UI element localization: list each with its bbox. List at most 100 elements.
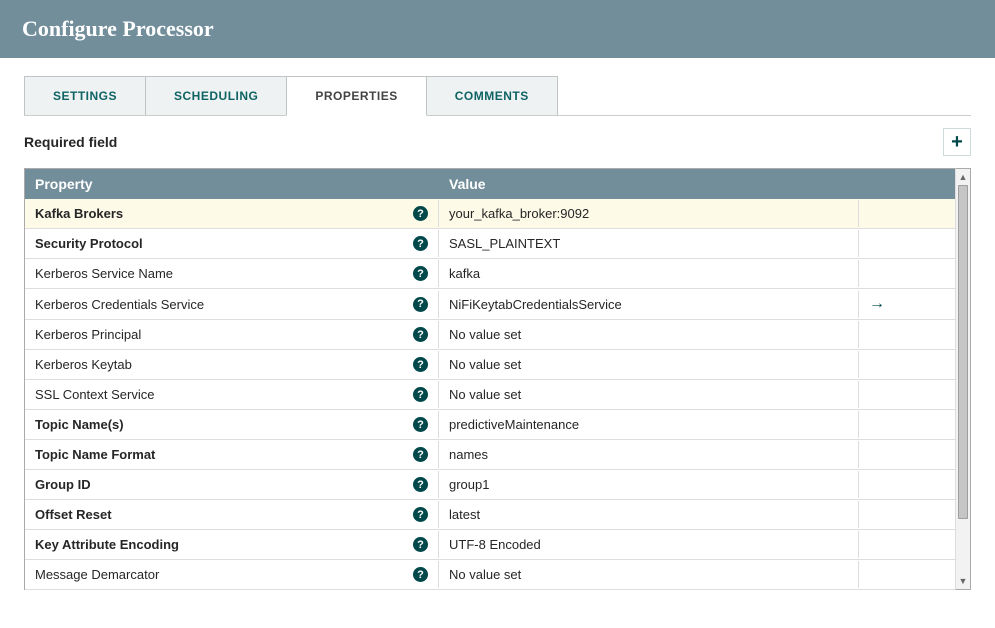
value-cell[interactable]: SASL_PLAINTEXT [439,230,859,257]
property-cell: Kerberos Principal? [25,321,439,348]
value-cell[interactable]: predictiveMaintenance [439,411,859,438]
property-name: Group ID [35,477,91,492]
table-row[interactable]: Message Demarcator?No value set [25,560,955,590]
required-field-label: Required field [24,134,117,150]
property-name: Topic Name(s) [35,417,124,432]
property-cell: Kerberos Keytab? [25,351,439,378]
extra-cell [859,359,955,371]
property-cell: Offset Reset? [25,501,439,528]
tab-comments[interactable]: COMMENTS [426,76,558,115]
property-cell: Kafka Brokers? [25,200,439,227]
table-row[interactable]: Kerberos Service Name?kafka [25,259,955,289]
property-name: Message Demarcator [35,567,159,582]
help-icon[interactable]: ? [413,357,428,372]
properties-table-wrapper: Property Value Kafka Brokers?your_kafka_… [24,168,971,590]
help-icon[interactable]: ? [413,507,428,522]
property-name: Kerberos Principal [35,327,141,342]
extra-cell [859,539,955,551]
help-icon[interactable]: ? [413,537,428,552]
value-cell[interactable]: UTF-8 Encoded [439,531,859,558]
dialog-header: Configure Processor [0,0,995,58]
property-name: Kerberos Credentials Service [35,297,204,312]
table-row[interactable]: SSL Context Service?No value set [25,380,955,410]
property-cell: SSL Context Service? [25,381,439,408]
value-cell[interactable]: No value set [439,321,859,348]
table-row[interactable]: Kerberos Keytab?No value set [25,350,955,380]
scroll-thumb[interactable] [958,185,968,519]
value-cell[interactable]: latest [439,501,859,528]
property-name: Kerberos Keytab [35,357,132,372]
tab-scheduling[interactable]: SCHEDULING [145,76,287,115]
goto-arrow-icon[interactable]: → [869,295,885,312]
subheader-row: Required field + [24,128,971,156]
table-row[interactable]: Offset Reset?latest [25,500,955,530]
property-cell: Topic Name(s)? [25,411,439,438]
extra-cell: → [859,289,955,319]
scroll-down-icon[interactable]: ▼ [956,573,970,589]
value-cell[interactable]: No value set [439,381,859,408]
help-icon[interactable]: ? [413,477,428,492]
table-header: Property Value [25,169,955,199]
property-name: Topic Name Format [35,447,155,462]
extra-cell [859,449,955,461]
tab-properties[interactable]: PROPERTIES [286,76,426,116]
extra-cell [859,329,955,341]
table-row[interactable]: Security Protocol?SASL_PLAINTEXT [25,229,955,259]
property-name: Kafka Brokers [35,206,123,221]
value-cell[interactable]: names [439,441,859,468]
property-cell: Topic Name Format? [25,441,439,468]
table-body: Kafka Brokers?your_kafka_broker:9092Secu… [25,199,955,589]
value-cell[interactable]: NiFiKeytabCredentialsService [439,291,859,318]
help-icon[interactable]: ? [413,447,428,462]
tab-settings[interactable]: SETTINGS [24,76,146,115]
header-property: Property [25,169,439,199]
help-icon[interactable]: ? [413,417,428,432]
value-cell[interactable]: kafka [439,260,859,287]
property-name: Security Protocol [35,236,143,251]
table-row[interactable]: Kerberos Principal?No value set [25,320,955,350]
table-row[interactable]: Key Attribute Encoding?UTF-8 Encoded [25,530,955,560]
property-cell: Kerberos Service Name? [25,260,439,287]
value-cell[interactable]: your_kafka_broker:9092 [439,200,859,227]
properties-table: Property Value Kafka Brokers?your_kafka_… [24,168,955,590]
help-icon[interactable]: ? [413,206,428,221]
table-row[interactable]: Group ID?group1 [25,470,955,500]
value-cell[interactable]: No value set [439,561,859,588]
extra-cell [859,268,955,280]
extra-cell [859,208,955,220]
property-name: Kerberos Service Name [35,266,173,281]
extra-cell [859,569,955,581]
scroll-track[interactable] [956,185,970,573]
add-property-button[interactable]: + [943,128,971,156]
header-value: Value [439,169,859,199]
property-cell: Kerberos Credentials Service? [25,291,439,318]
table-row[interactable]: Topic Name(s)?predictiveMaintenance [25,410,955,440]
property-cell: Key Attribute Encoding? [25,531,439,558]
help-icon[interactable]: ? [413,236,428,251]
extra-cell [859,509,955,521]
help-icon[interactable]: ? [413,567,428,582]
table-row[interactable]: Kafka Brokers?your_kafka_broker:9092 [25,199,955,229]
help-icon[interactable]: ? [413,266,428,281]
value-cell[interactable]: No value set [439,351,859,378]
property-name: Key Attribute Encoding [35,537,179,552]
table-row[interactable]: Topic Name Format?names [25,440,955,470]
scroll-up-icon[interactable]: ▲ [956,169,970,185]
dialog-title: Configure Processor [22,16,214,41]
extra-cell [859,479,955,491]
header-extra [859,169,955,199]
property-name: Offset Reset [35,507,112,522]
property-cell: Group ID? [25,471,439,498]
help-icon[interactable]: ? [413,297,428,312]
property-cell: Message Demarcator? [25,561,439,588]
plus-icon: + [951,131,963,153]
tabs: SETTINGSSCHEDULINGPROPERTIESCOMMENTS [24,76,971,116]
extra-cell [859,419,955,431]
help-icon[interactable]: ? [413,387,428,402]
table-row[interactable]: Kerberos Credentials Service?NiFiKeytabC… [25,289,955,320]
dialog-body: SETTINGSSCHEDULINGPROPERTIESCOMMENTS Req… [0,58,995,590]
scrollbar[interactable]: ▲ ▼ [955,168,971,590]
property-cell: Security Protocol? [25,230,439,257]
value-cell[interactable]: group1 [439,471,859,498]
help-icon[interactable]: ? [413,327,428,342]
